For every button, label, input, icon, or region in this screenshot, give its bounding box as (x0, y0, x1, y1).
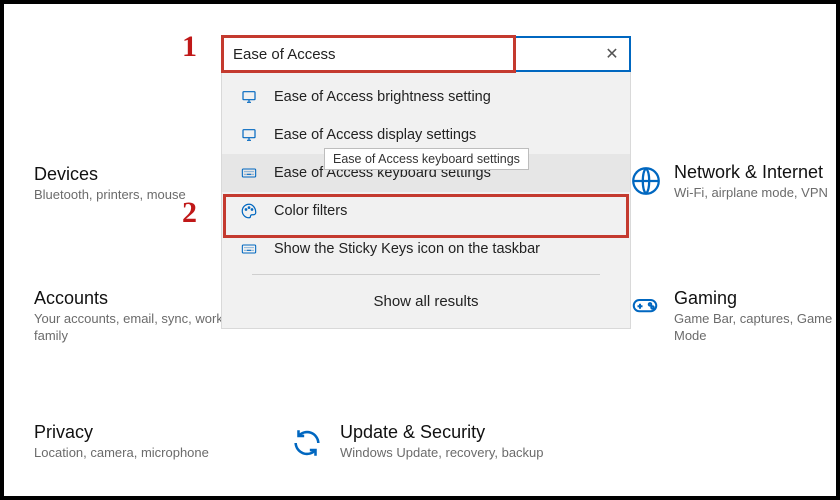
tile-update[interactable]: Update & Security Windows Update, recove… (340, 422, 544, 462)
search-result-item[interactable]: Ease of Access brightness setting (222, 78, 630, 116)
search-input[interactable] (223, 46, 595, 63)
tile-devices[interactable]: Devices Bluetooth, printers, mouse (34, 164, 186, 204)
annotation-number-2: 2 (182, 196, 197, 230)
search-result-item[interactable]: Ease of Access keyboard settingsEase of … (222, 154, 630, 192)
settings-window: { "search": { "value": "Ease of Access",… (0, 0, 840, 500)
search-results: Ease of Access brightness setting Ease of… (221, 72, 631, 329)
gamepad-icon (626, 290, 660, 324)
tile-subtitle: Windows Update, recovery, backup (340, 445, 544, 462)
search-result-label: Show the Sticky Keys icon on the taskbar (274, 241, 540, 257)
search-container: ✕ Ease of Access brightness settingEase … (221, 36, 631, 329)
keyboard-icon (238, 164, 260, 182)
search-result-item[interactable]: Color filters (222, 192, 630, 230)
results-divider (252, 274, 600, 275)
globe-icon (629, 164, 663, 198)
search-result-label: Color filters (274, 203, 347, 219)
search-box[interactable]: ✕ (221, 36, 631, 72)
tile-title: Privacy (34, 422, 209, 443)
show-all-results[interactable]: Show all results (222, 281, 630, 324)
tile-title: Update & Security (340, 422, 544, 443)
search-result-label: Ease of Access brightness setting (274, 89, 491, 105)
tile-title: Network & Internet (674, 162, 828, 183)
search-result-label: Ease of Access keyboard settings (274, 165, 491, 181)
tile-subtitle: Your accounts, email, sync, work, family (34, 311, 234, 345)
search-result-item[interactable]: Ease of Access display settings (222, 116, 630, 154)
tile-network[interactable]: Network & Internet Wi-Fi, airplane mode,… (674, 162, 828, 202)
palette-icon (238, 202, 260, 220)
annotation-number-1: 1 (182, 30, 197, 64)
tile-accounts[interactable]: Accounts Your accounts, email, sync, wor… (34, 288, 234, 345)
search-result-label: Ease of Access display settings (274, 127, 476, 143)
search-result-item[interactable]: Show the Sticky Keys icon on the taskbar (222, 230, 630, 268)
tile-subtitle: Game Bar, captures, Game Mode (674, 311, 836, 345)
tile-subtitle: Location, camera, microphone (34, 445, 209, 462)
tile-subtitle: Bluetooth, printers, mouse (34, 187, 186, 204)
tile-title: Devices (34, 164, 186, 185)
monitor-icon (238, 88, 260, 106)
monitor-icon (238, 126, 260, 144)
tile-privacy[interactable]: Privacy Location, camera, microphone (34, 422, 209, 462)
clear-search-button[interactable]: ✕ (595, 38, 629, 70)
tile-title: Accounts (34, 288, 234, 309)
keyboard-icon (238, 240, 260, 258)
tile-title: Gaming (674, 288, 836, 309)
close-icon: ✕ (605, 44, 618, 64)
tile-subtitle: Wi-Fi, airplane mode, VPN (674, 185, 828, 202)
sync-icon (290, 426, 324, 460)
tile-gaming[interactable]: Gaming Game Bar, captures, Game Mode (674, 288, 836, 345)
